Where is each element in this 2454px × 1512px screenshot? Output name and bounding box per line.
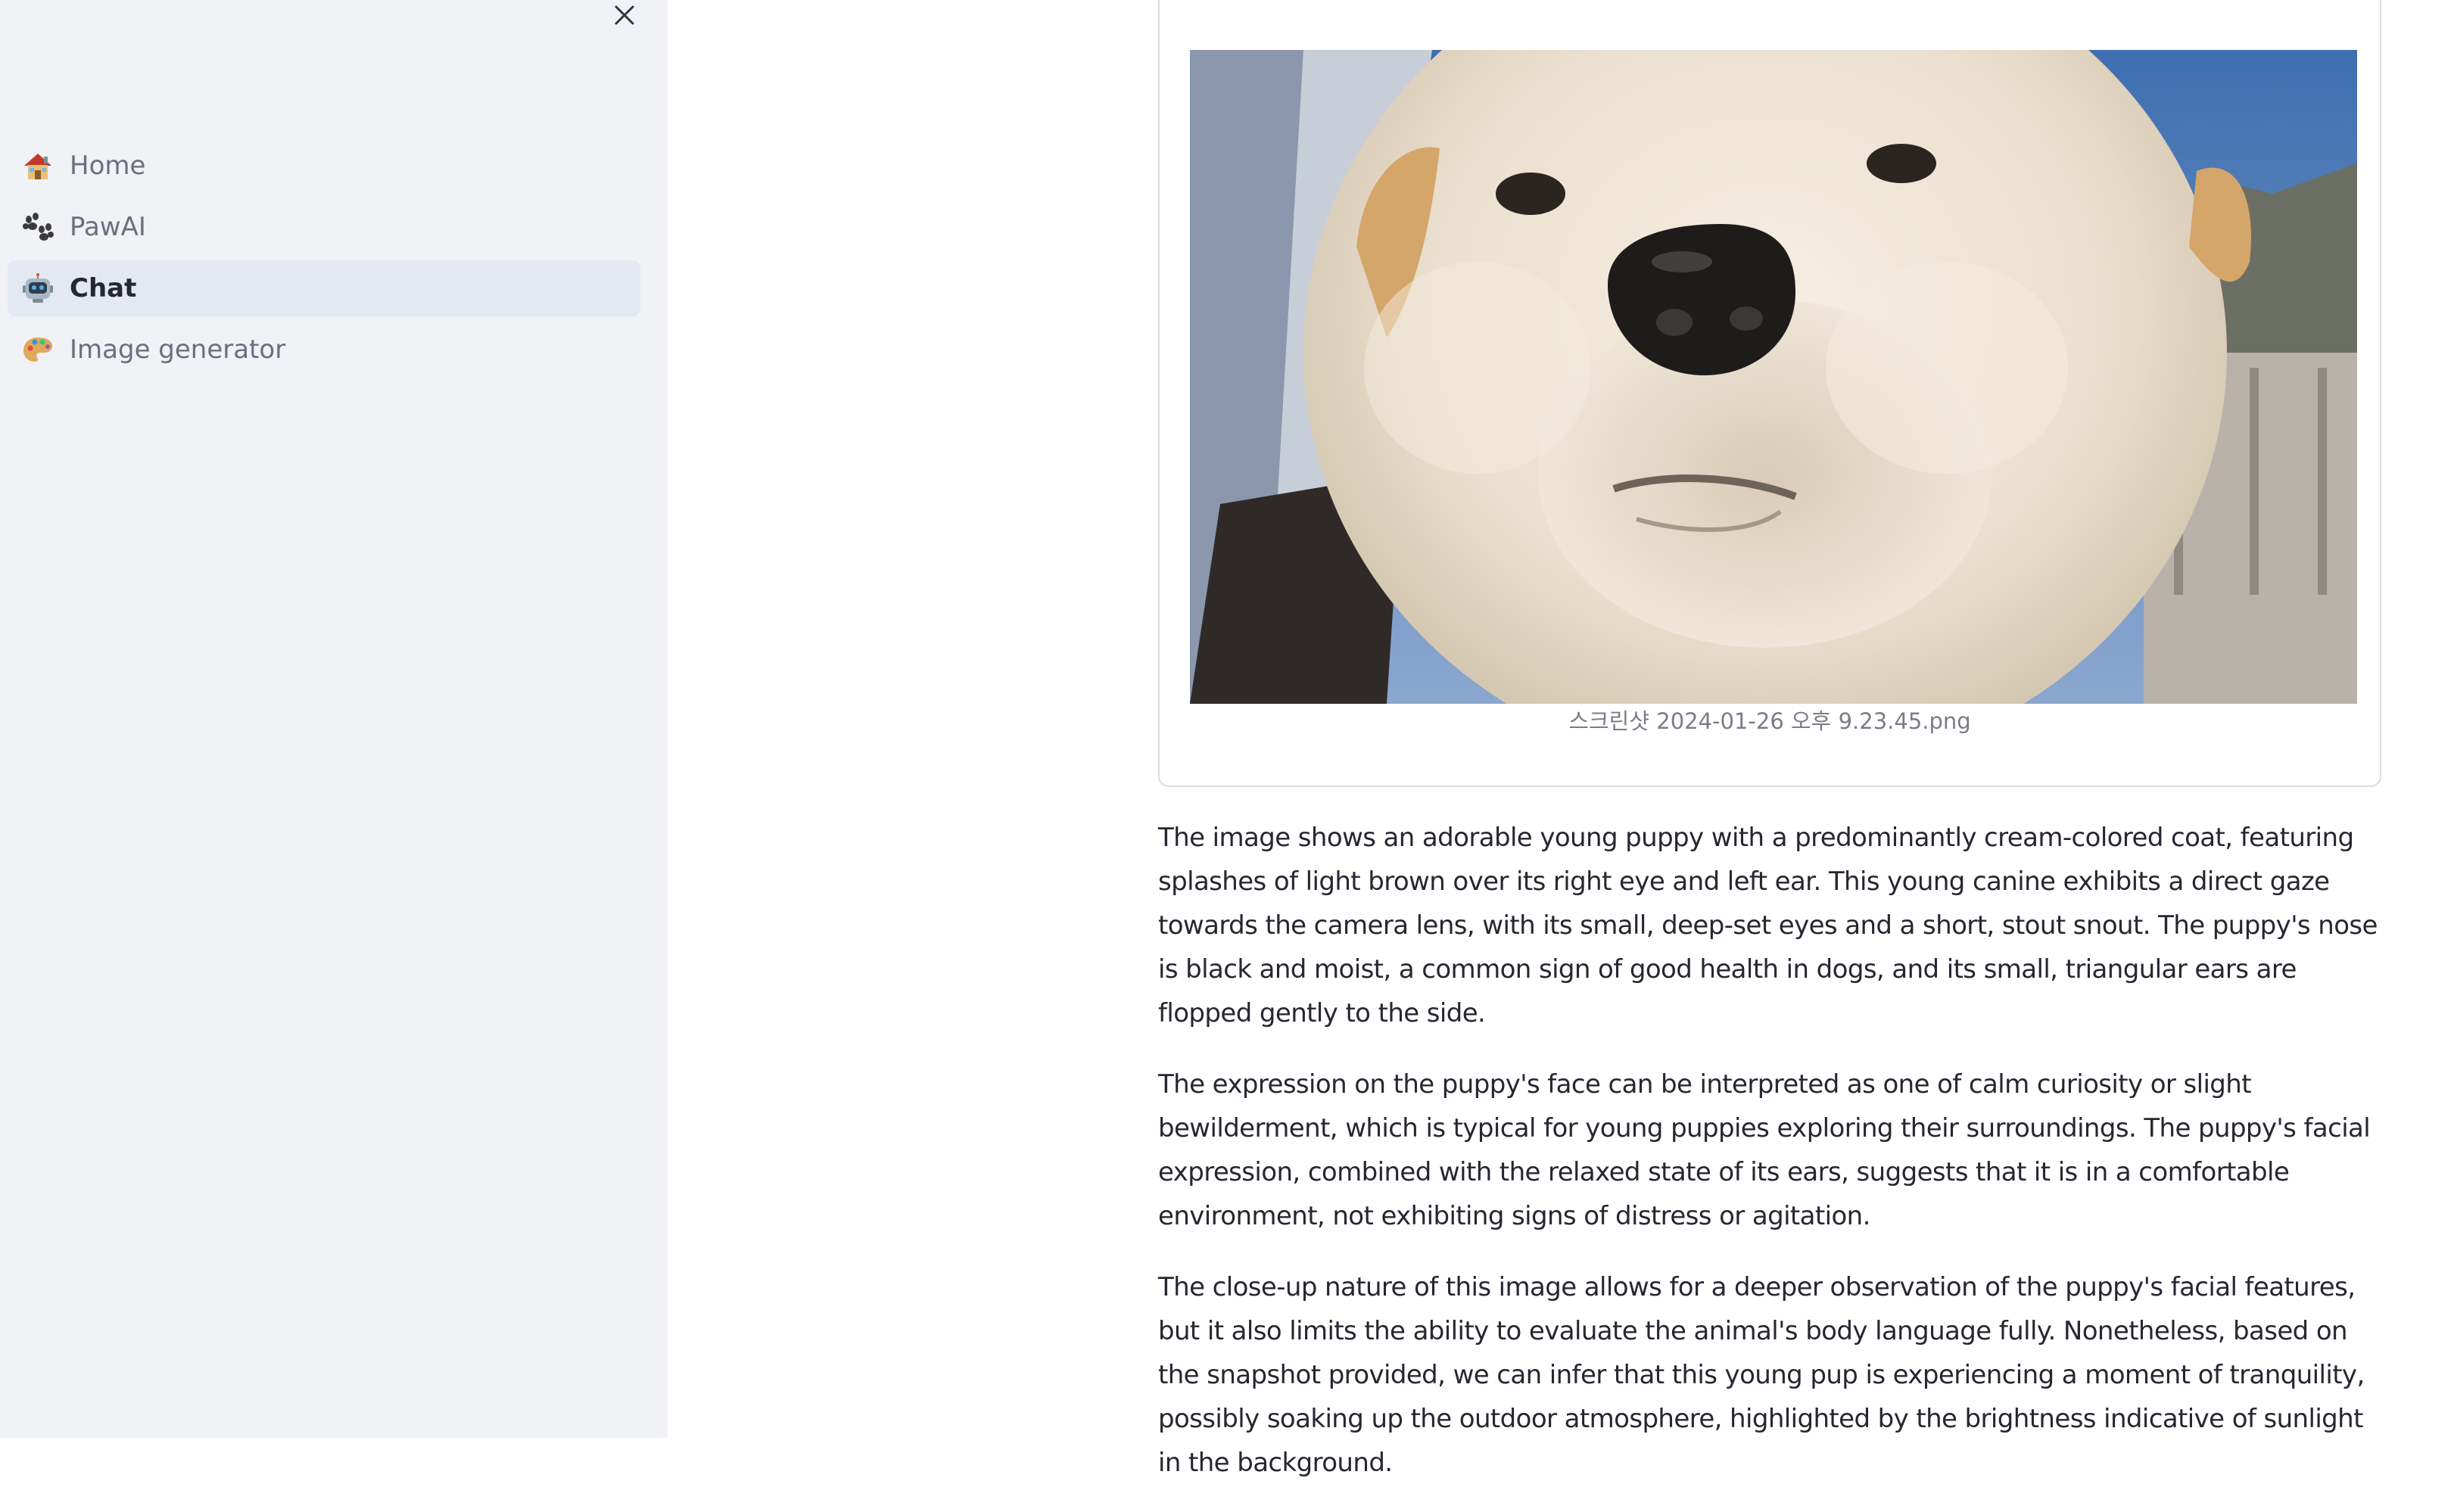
message-paragraph: The close-up nature of this image allows…	[1158, 1272, 2365, 1478]
robot-icon	[21, 273, 54, 303]
sidebar-item-label: Home	[70, 151, 146, 181]
sidebar-item-label: Chat	[70, 273, 137, 303]
image-caption: 스크린샷 2024-01-26 오후 9.23.45.png	[1568, 708, 1971, 734]
sidebar-nav: Home PawAI Chat Image generator	[8, 138, 640, 383]
sidebar-item-label: Image generator	[70, 334, 286, 365]
house-icon	[21, 152, 54, 179]
palette-icon	[21, 336, 54, 363]
close-icon	[615, 5, 634, 25]
puppy-photo	[1190, 50, 2357, 704]
sidebar-item-chat[interactable]: Chat	[8, 260, 640, 316]
assistant-message: The image shows an adorable young puppy …	[1158, 816, 2384, 1512]
sidebar-item-label: PawAI	[70, 212, 146, 242]
close-sidebar-button[interactable]	[609, 0, 640, 30]
sidebar-item-home[interactable]: Home	[8, 138, 640, 194]
paw-icon	[21, 213, 54, 241]
image-attachment-card: 스크린샷 2024-01-26 오후 9.23.45.png	[1158, 0, 2381, 787]
message-paragraph: The expression on the puppy's face can b…	[1158, 1069, 2371, 1231]
sidebar: Home PawAI Chat Image generator	[0, 0, 668, 1438]
chat-main: 스크린샷 2024-01-26 오후 9.23.45.png The image…	[668, 0, 2454, 1478]
message-paragraph: The image shows an adorable young puppy …	[1158, 823, 2378, 1028]
sidebar-item-image-generator[interactable]: Image generator	[8, 322, 640, 378]
sidebar-item-pawai[interactable]: PawAI	[8, 199, 640, 255]
